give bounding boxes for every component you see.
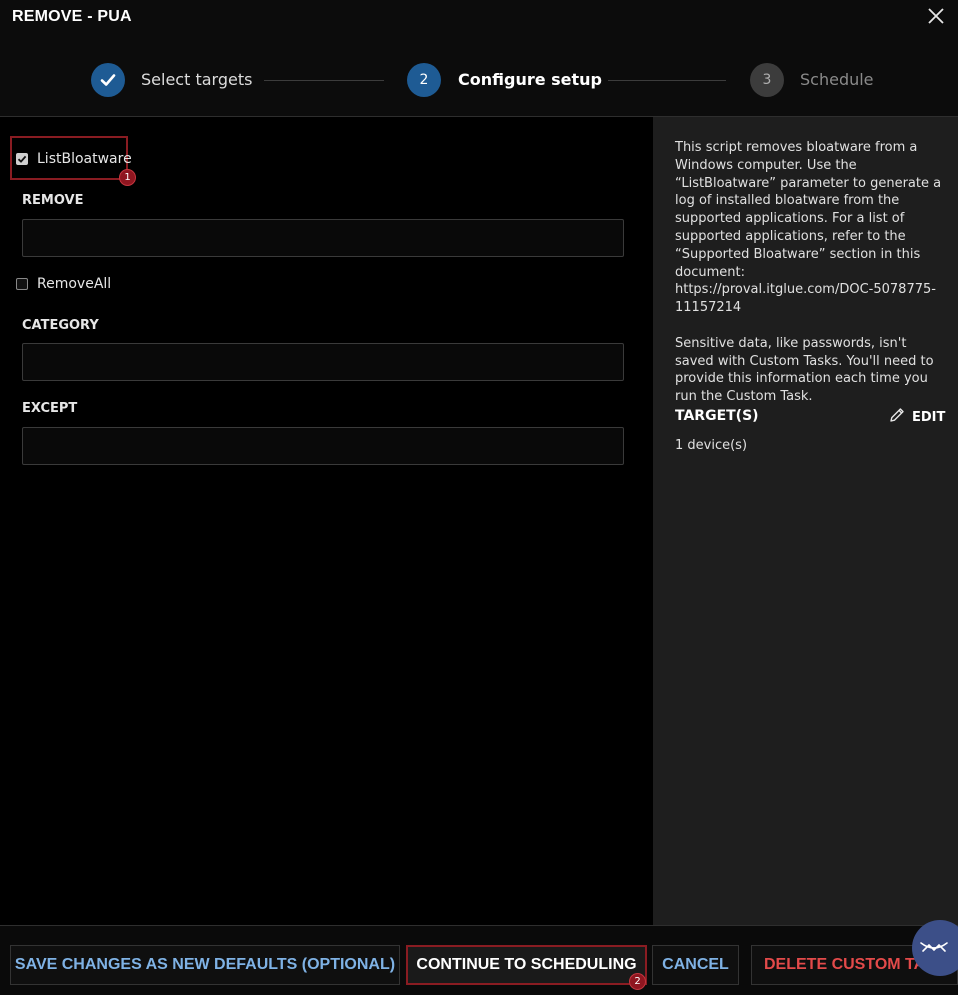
except-label: EXCEPT bbox=[22, 401, 78, 416]
cancel-button[interactable]: CANCEL bbox=[652, 945, 739, 985]
description-paragraph: Sensitive data, like passwords, isn't sa… bbox=[675, 335, 934, 405]
category-input[interactable] bbox=[22, 343, 624, 381]
check-icon bbox=[91, 63, 125, 97]
remove-label: REMOVE bbox=[22, 193, 84, 208]
step-connector bbox=[608, 80, 726, 81]
close-icon[interactable] bbox=[924, 4, 948, 28]
step-number: 3 bbox=[750, 63, 784, 97]
step-connector bbox=[264, 80, 384, 81]
description-paragraph: This script removes bloatware from a Win… bbox=[675, 140, 942, 316]
parameters-panel: ListBloatware 1 REMOVE RemoveAll CATEGOR… bbox=[0, 117, 653, 925]
remove-all-label[interactable]: RemoveAll bbox=[37, 276, 111, 292]
edit-targets-button[interactable]: EDIT bbox=[888, 406, 945, 428]
footer-bar: SAVE CHANGES AS NEW DEFAULTS (OPTIONAL) … bbox=[0, 925, 958, 995]
remove-all-checkbox[interactable] bbox=[16, 278, 28, 290]
step-number: 2 bbox=[407, 63, 441, 97]
edit-label: EDIT bbox=[912, 409, 946, 425]
remove-input[interactable] bbox=[22, 219, 624, 257]
continue-to-scheduling-button[interactable]: CONTINUE TO SCHEDULING bbox=[406, 945, 647, 985]
category-label: CATEGORY bbox=[22, 318, 99, 333]
list-bloatware-checkbox[interactable] bbox=[16, 153, 28, 165]
save-defaults-button[interactable]: SAVE CHANGES AS NEW DEFAULTS (OPTIONAL) bbox=[10, 945, 400, 985]
annotation-badge: 1 bbox=[119, 169, 136, 186]
script-description: This script removes bloatware from a Win… bbox=[675, 139, 947, 406]
list-bloatware-label[interactable]: ListBloatware bbox=[37, 151, 132, 167]
checkmark-icon bbox=[17, 155, 27, 163]
info-panel: This script removes bloatware from a Win… bbox=[653, 117, 958, 925]
device-count: 1 device(s) bbox=[675, 438, 748, 453]
modal-header: REMOVE - PUA Select targets 2 Configure … bbox=[0, 0, 958, 117]
targets-heading: TARGET(S) bbox=[675, 408, 759, 424]
step-label: Configure setup bbox=[458, 70, 603, 89]
step-label: Select targets bbox=[141, 70, 253, 89]
except-input[interactable] bbox=[22, 427, 624, 465]
step-label: Schedule bbox=[800, 70, 874, 89]
pencil-icon bbox=[888, 406, 906, 428]
annotation-badge: 2 bbox=[629, 973, 646, 990]
window-title: REMOVE - PUA bbox=[12, 8, 132, 25]
